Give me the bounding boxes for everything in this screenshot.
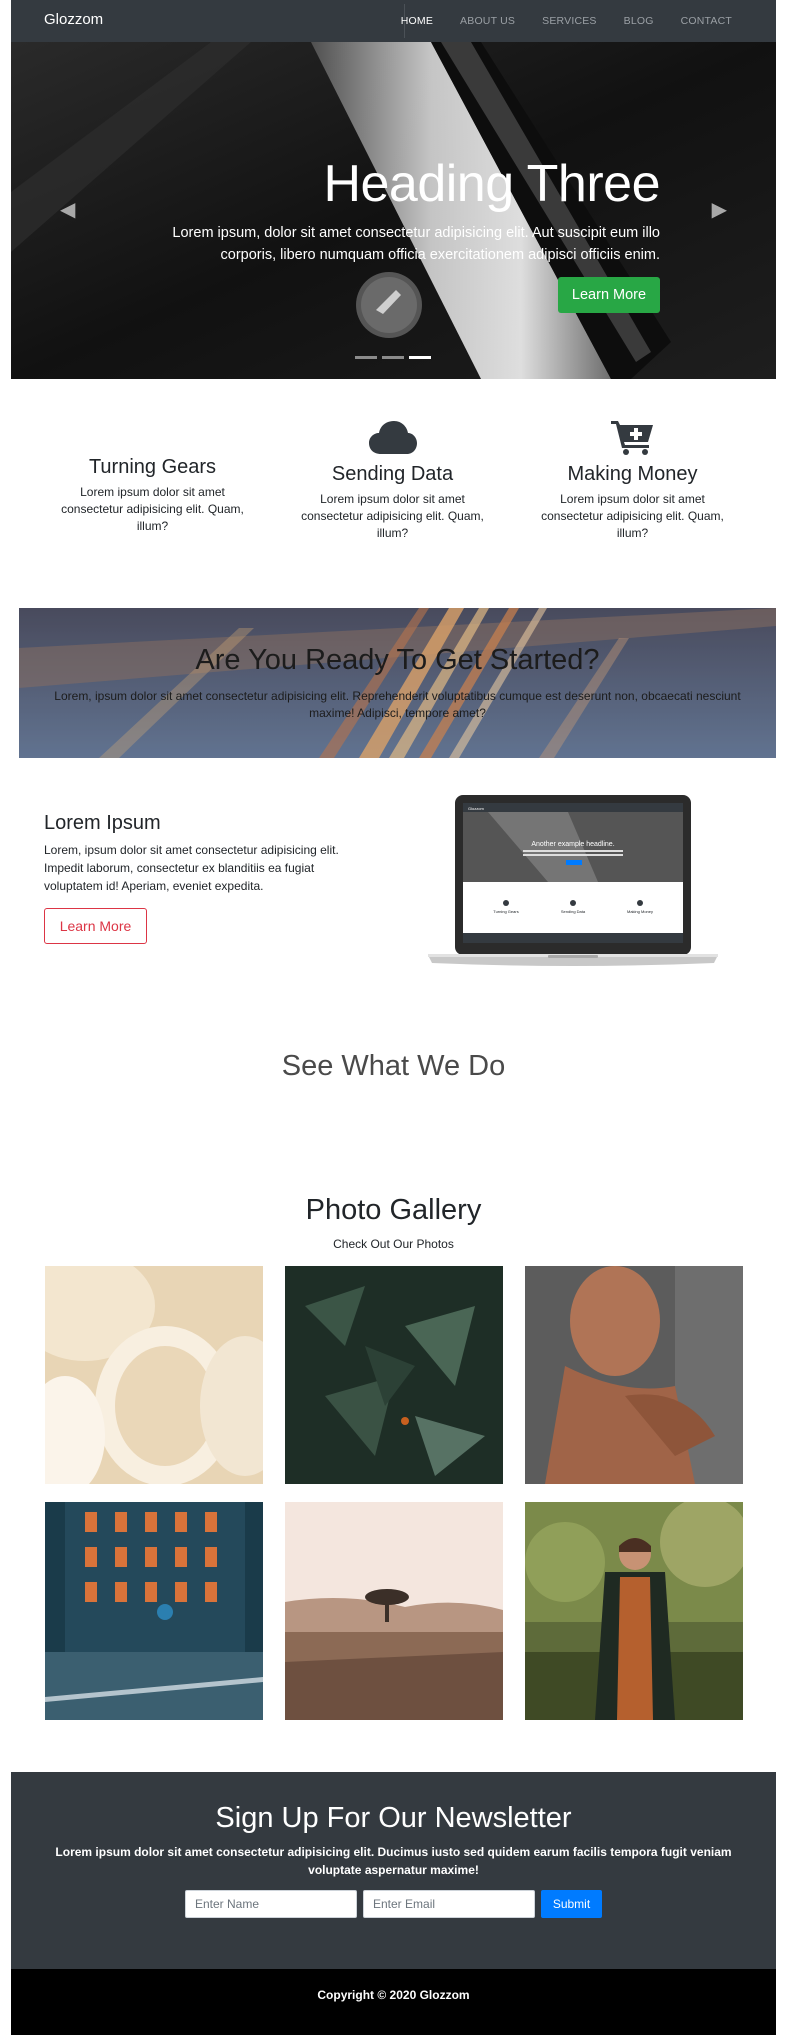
newsletter-form: Submit	[11, 1890, 776, 1918]
feature-title: Sending Data	[331, 463, 454, 485]
laptop-screen-brand: Glozzom	[468, 806, 484, 811]
get-started-banner: Are You Ready To Get Started? Lorem, ips…	[19, 608, 776, 758]
laptop-screen-feature-3: Making Money	[627, 909, 653, 914]
road-lights-background-image	[19, 608, 776, 758]
copyright-text: Copyright © 2020 Glozzom	[317, 1988, 470, 2002]
carousel-indicators	[355, 356, 431, 359]
name-input[interactable]	[185, 1890, 357, 1918]
gallery-photo-building[interactable]	[45, 1502, 263, 1720]
feature-text: Lorem ipsum dolor sit amet consectetur a…	[541, 492, 724, 540]
info-section: Lorem Ipsum Lorem, ipsum dolor sit amet …	[44, 812, 374, 944]
info-title: Lorem Ipsum	[44, 812, 161, 834]
laptop-screen-feature-2: Sending Data	[561, 909, 586, 914]
features-section: Turning Gears Lorem ipsum dolor sit amet…	[0, 379, 787, 609]
hero-title: Heading Three	[323, 155, 660, 213]
navbar: Glozzom HOME ABOUT US SERVICES BLOG CONT…	[11, 0, 776, 42]
laptop-screen-headline: Another example headline.	[531, 841, 614, 848]
newsletter-title: Sign Up For Our Newsletter	[215, 1802, 572, 1834]
carousel-next-icon[interactable]: ▶	[712, 197, 727, 222]
carousel-indicator-3[interactable]	[409, 356, 431, 359]
nav-item-blog[interactable]: BLOG	[624, 15, 654, 27]
page: Glozzom HOME ABOUT US SERVICES BLOG CONT…	[0, 0, 787, 2035]
feature-turning-gears: Turning Gears Lorem ipsum dolor sit amet…	[50, 408, 255, 535]
feature-text: Lorem ipsum dolor sit amet consectetur a…	[301, 492, 484, 540]
laptop-mockup-image: Glozzom Another example headline. Turnin…	[428, 795, 718, 966]
gallery-photo-desert[interactable]	[285, 1502, 503, 1720]
feature-sending-data: Sending Data Lorem ipsum dolor sit amet …	[290, 415, 495, 542]
gallery-subtitle: Check Out Our Photos	[333, 1237, 454, 1251]
feature-title: Turning Gears	[88, 456, 217, 478]
info-learn-more-button[interactable]: Learn More	[44, 908, 147, 944]
gallery-photo-cups[interactable]	[45, 1266, 263, 1484]
feature-title: Making Money	[567, 463, 698, 485]
hero-learn-more-button[interactable]: Learn More	[558, 277, 660, 313]
cart-plus-icon	[530, 415, 735, 455]
laptop-screen-feature-1: Turning Gears	[493, 909, 518, 914]
hero-carousel: ◀ ▶ Heading Three Lorem ipsum, dolor sit…	[11, 42, 776, 379]
gallery-photo-woman-garden[interactable]	[525, 1502, 743, 1720]
carousel-indicator-2[interactable]	[382, 356, 404, 359]
nav-item-about[interactable]: ABOUT US	[460, 15, 515, 27]
gallery-photo-plant[interactable]	[285, 1266, 503, 1484]
cta-title: Are You Ready To Get Started?	[195, 644, 600, 676]
nav-menu: HOME ABOUT US SERVICES BLOG CONTACT	[374, 0, 732, 42]
footer: Copyright © 2020 Glozzom	[11, 1969, 776, 2035]
nav-item-services[interactable]: SERVICES	[542, 15, 597, 27]
gears-icon	[50, 408, 255, 448]
submit-button[interactable]: Submit	[541, 1890, 602, 1918]
carousel-indicator-1[interactable]	[355, 356, 377, 359]
see-what-we-do-title: See What We Do	[281, 1050, 506, 1082]
gallery-title: Photo Gallery	[305, 1194, 482, 1226]
info-text: Lorem, ipsum dolor sit amet consectetur …	[44, 843, 339, 893]
newsletter-section: Sign Up For Our Newsletter Lorem ipsum d…	[11, 1772, 776, 1969]
cta-text: Lorem, ipsum dolor sit amet consectetur …	[54, 689, 741, 720]
brand-logo[interactable]: Glozzom	[44, 11, 103, 28]
feature-making-money: Making Money Lorem ipsum dolor sit amet …	[530, 415, 735, 542]
feature-text: Lorem ipsum dolor sit amet consectetur a…	[61, 485, 244, 533]
nav-item-contact[interactable]: CONTACT	[681, 15, 732, 27]
nav-item-home[interactable]: HOME	[401, 15, 433, 27]
gallery-photo-portrait[interactable]	[525, 1266, 743, 1484]
newsletter-text: Lorem ipsum dolor sit amet consectetur a…	[55, 1845, 732, 1877]
hero-text: Lorem ipsum, dolor sit amet consectetur …	[172, 225, 660, 263]
cloud-icon	[290, 415, 495, 455]
email-input[interactable]	[363, 1890, 535, 1918]
